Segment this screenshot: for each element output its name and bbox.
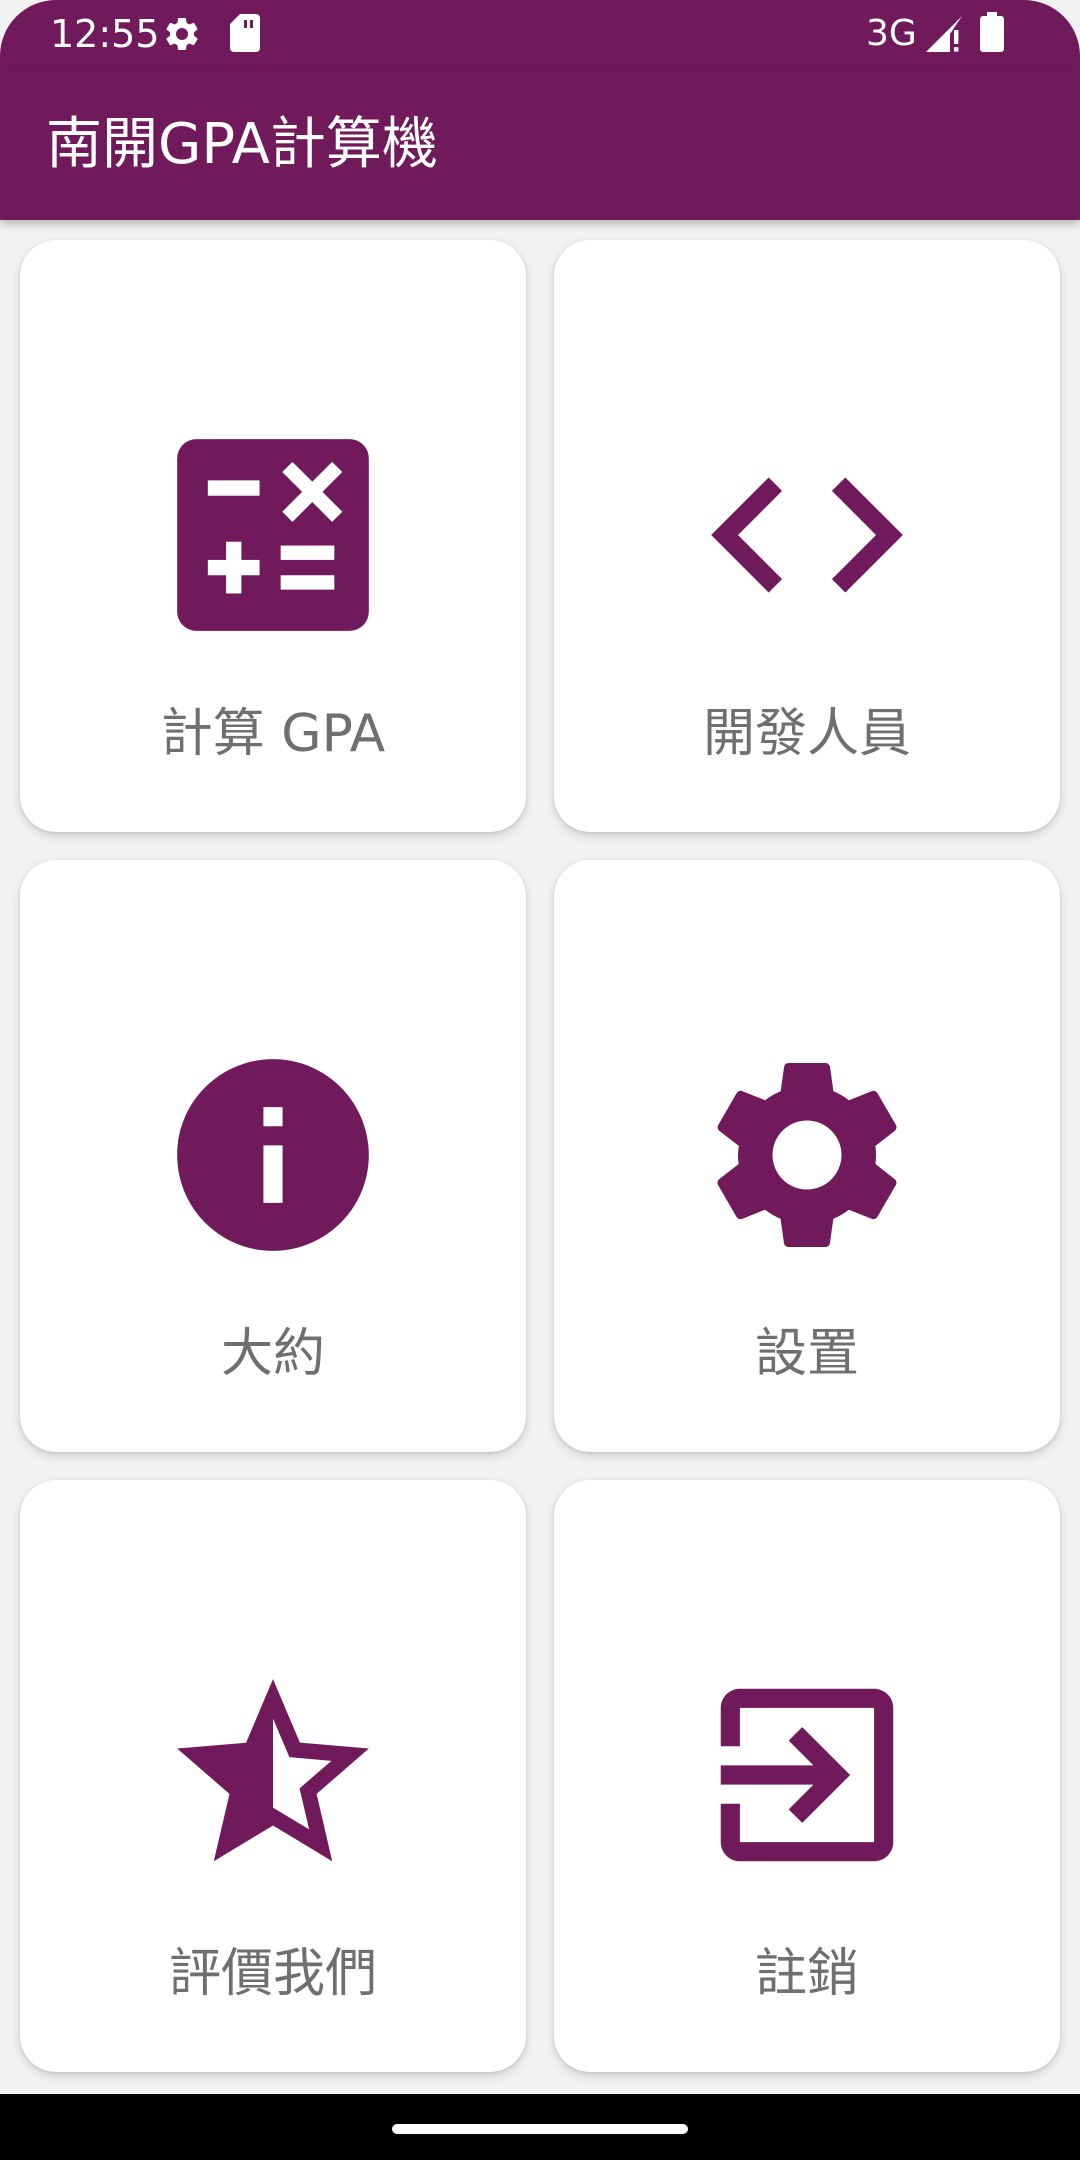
developers-card[interactable]: 開發人員 [554,240,1060,832]
gear-icon [166,17,198,50]
status-bar: 12:55 3G [0,0,1080,68]
settings-card[interactable]: 設置 [554,860,1060,1452]
logout-icon [720,1688,894,1862]
code-icon [711,477,903,593]
card-label: 計算 GPA [160,704,386,764]
network-type: 3G [866,13,917,54]
star-half-icon [177,1679,369,1862]
card-label: 開發人員 [702,704,911,764]
card-label: 設置 [754,1324,859,1384]
menu-grid: 計算 GPA 開發人員 大約 設置 評價我們 註銷 [20,240,1060,2072]
card-label: 註銷 [754,1944,859,2004]
app-title: 南開GPA計算機 [46,112,438,177]
card-label: 評價我們 [168,1944,377,2004]
card-label: 大約 [220,1324,325,1384]
app-screen: 12:55 3G 南開GPA計算機 計算 GPA 開發人員 大約 設置 評價我們… [0,0,1080,2160]
home-gesture-handle[interactable] [392,2124,688,2134]
logout-card[interactable]: 註銷 [554,1480,1060,2072]
system-navigation-bar [0,2094,1080,2160]
rate-us-card[interactable]: 評價我們 [20,1480,526,2072]
status-time: 12:55 [50,12,160,56]
settings-icon [717,1062,897,1247]
calculate-gpa-card[interactable]: 計算 GPA [20,240,526,832]
app-bar: 南開GPA計算機 [0,68,1080,220]
calculator-icon [177,439,369,631]
battery-icon [980,12,1004,52]
sd-card-icon [230,14,260,52]
about-card[interactable]: 大約 [20,860,526,1452]
info-icon [177,1059,369,1251]
signal-icon [926,16,962,52]
